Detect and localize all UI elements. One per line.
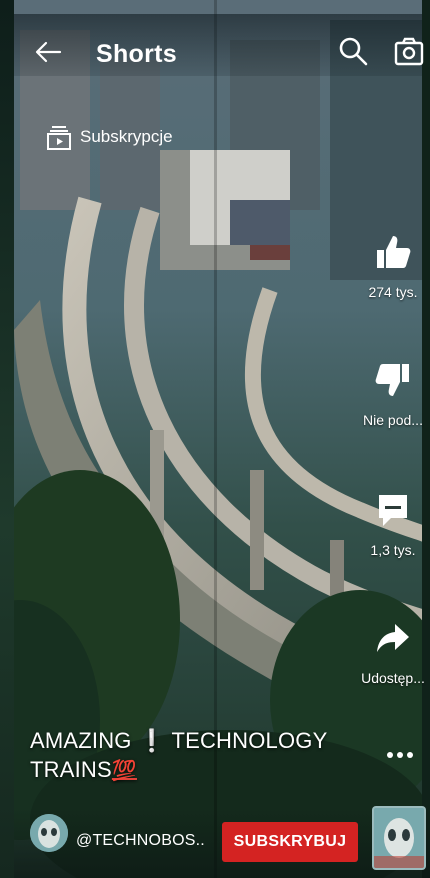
subscriptions-label: Subskrypcje (80, 127, 173, 146)
share-button[interactable]: Udostęp... (356, 618, 430, 686)
edge-shadow (0, 0, 14, 878)
caption-word: TECHNOLOGY (171, 728, 328, 753)
thumbs-down-icon (375, 364, 409, 396)
comment-icon (379, 495, 407, 526)
search-button[interactable] (336, 34, 370, 68)
shorts-player[interactable]: Shorts Subskrypcje 274 tys. Nie pod... 1… (0, 0, 430, 878)
page-title: Shorts (96, 40, 177, 68)
back-button[interactable] (26, 30, 70, 74)
caption-word: AMAZING (30, 728, 132, 753)
like-button[interactable]: 274 tys. (356, 232, 430, 300)
hundred-emoji: 💯 (111, 760, 137, 782)
alien-face-avatar (30, 814, 68, 852)
share-label: Udostęp... (361, 670, 425, 686)
thumbs-up-icon (377, 236, 411, 268)
dislike-button[interactable]: Nie pod... (356, 360, 430, 428)
video-caption: AMAZING ❕ TECHNOLOGY TRAINS💯 (30, 726, 350, 786)
comment-count: 1,3 tys. (370, 542, 416, 558)
camera-icon (394, 37, 424, 66)
channel-handle[interactable]: @TECHNOBOS.. (76, 832, 205, 850)
alien-face-thumbnail (374, 808, 424, 868)
caption-word: TRAINS (30, 757, 112, 782)
more-button[interactable] (378, 738, 422, 772)
comments-button[interactable]: 1,3 tys. (356, 490, 430, 558)
subscriptions-link[interactable]: Subskrypcje (44, 118, 173, 156)
exclamation-emoji: ❕ (137, 728, 166, 753)
sound-thumbnail[interactable] (372, 806, 426, 870)
subscribe-button[interactable]: SUBSKRYBUJ (222, 822, 358, 862)
like-count: 274 tys. (368, 284, 418, 300)
camera-button[interactable] (392, 34, 426, 68)
arrow-left-icon (35, 41, 62, 63)
channel-avatar[interactable] (30, 814, 68, 852)
edge-shadow (422, 0, 430, 878)
more-dots-icon (387, 752, 413, 758)
dislike-label: Nie pod... (363, 412, 423, 428)
subscriptions-icon (47, 126, 71, 150)
share-icon (377, 624, 409, 652)
search-icon (339, 37, 368, 66)
